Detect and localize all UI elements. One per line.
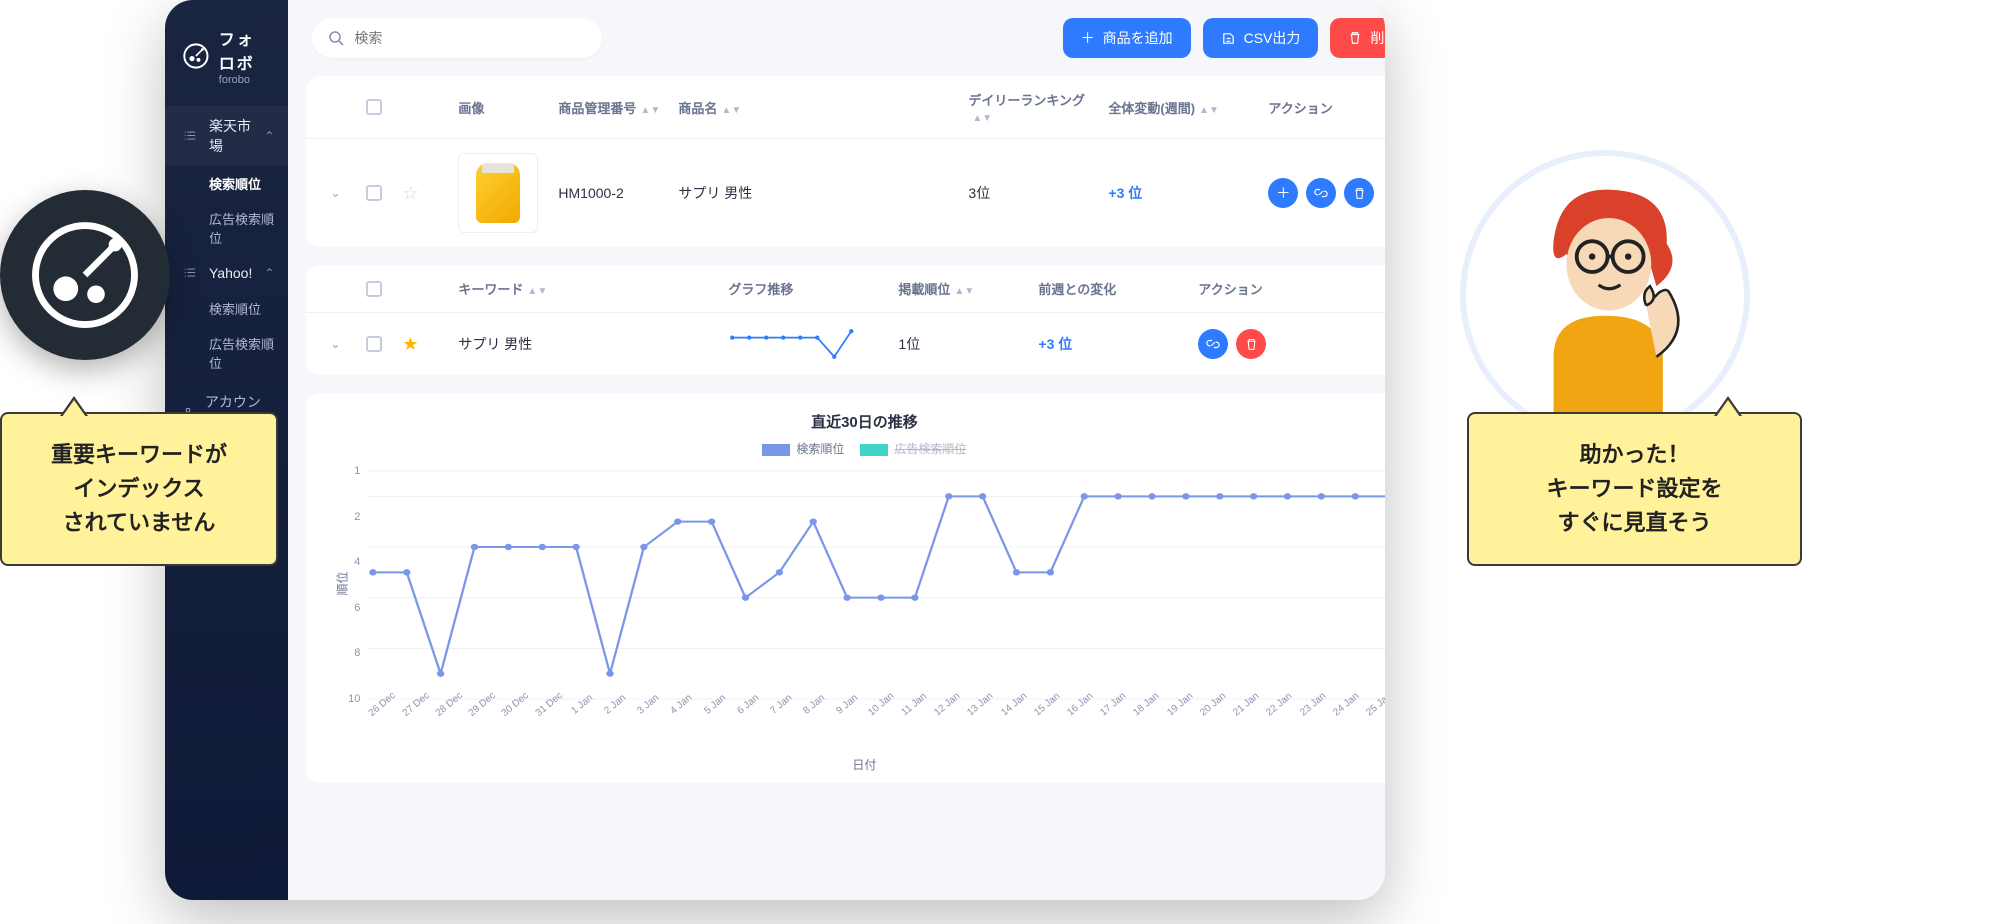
mascot-badge [0, 190, 170, 360]
col-actions: アクション [1198, 279, 1358, 298]
col-daily[interactable]: デイリーランキング▲▼ [968, 90, 1098, 124]
sort-icon: ▲▼ [721, 105, 741, 116]
col-code[interactable]: 商品管理番号▲▼ [558, 98, 668, 117]
col-keyword[interactable]: キーワード▲▼ [458, 279, 718, 298]
mascot-icon [30, 220, 140, 330]
nav-label: Yahoo! [209, 265, 252, 281]
export-icon [1221, 31, 1236, 46]
col-rank[interactable]: 掲載順位▲▼ [898, 279, 1028, 298]
chart-body: 順位 1246810 [332, 465, 1385, 705]
col-change: 前週との変化 [1038, 279, 1188, 298]
speech-bubble-left: 重要キーワードがインデックスされていません [0, 412, 278, 566]
product-image [458, 153, 538, 233]
nav-sub-ad-rank[interactable]: 広告検索順位 [165, 201, 288, 255]
col-actions: アクション [1268, 98, 1385, 117]
sort-icon: ▲▼ [1199, 105, 1219, 116]
weekly-change: +3 位 [1108, 183, 1258, 203]
product-row: ⌄ ☆ HM1000-2 サプリ 男性 3位 +3 位 ＋ [306, 138, 1385, 247]
keywords-panel: キーワード▲▼ グラフ推移 掲載順位▲▼ 前週との変化 アクション ⌄ ★ サプ… [306, 265, 1385, 375]
y-axis-label: 順位 [334, 571, 351, 595]
search-input[interactable] [354, 30, 586, 46]
nav-sub-ad-rank-y[interactable]: 広告検索順位 [165, 326, 288, 380]
select-all-checkbox[interactable] [366, 99, 382, 115]
legend-item[interactable]: 検索順位 [762, 440, 844, 457]
trash-icon [1348, 31, 1362, 45]
row-actions: ＋ [1268, 178, 1385, 208]
delete-action-button[interactable] [1344, 178, 1374, 208]
brand-title: フォロボ [219, 26, 271, 74]
star-icon[interactable]: ☆ [402, 183, 448, 204]
product-name: サプリ 男性 [678, 183, 958, 203]
plus-icon: ＋ [1081, 28, 1095, 48]
sort-icon: ▲▼ [527, 286, 547, 297]
brand: フォロボ forobo [165, 18, 288, 106]
brand-logo-icon [183, 38, 209, 74]
col-graph: グラフ推移 [728, 279, 888, 298]
products-header: 画像 商品管理番号▲▼ 商品名▲▼ デイリーランキング▲▼ 全体変動(週間)▲▼… [306, 76, 1385, 138]
keyword-row: ⌄ ★ サプリ 男性 1位 +3 位 [306, 312, 1385, 375]
product-code: HM1000-2 [558, 185, 668, 201]
row-actions [1198, 329, 1358, 359]
search-icon [328, 30, 344, 46]
nav-section-rakuten[interactable]: 楽天市場 ⌃ [165, 106, 288, 166]
keyword-change: +3 位 [1038, 334, 1188, 354]
keywords-header: キーワード▲▼ グラフ推移 掲載順位▲▼ 前週との変化 アクション [306, 265, 1385, 312]
x-axis-label: 日付 [332, 756, 1385, 773]
col-name[interactable]: 商品名▲▼ [678, 98, 958, 117]
products-panel: 画像 商品管理番号▲▼ 商品名▲▼ デイリーランキング▲▼ 全体変動(週間)▲▼… [306, 76, 1385, 247]
legend-item-disabled[interactable]: 広告検索順位 [860, 440, 966, 457]
brand-subtitle: forobo [219, 74, 271, 86]
expand-row-icon[interactable]: ⌄ [330, 337, 356, 351]
row-checkbox[interactable] [366, 336, 382, 352]
keyword-rank: 1位 [898, 334, 1028, 354]
delete-action-button[interactable] [1236, 329, 1266, 359]
link-action-button[interactable] [1306, 178, 1336, 208]
row-checkbox[interactable] [366, 185, 382, 201]
nav-section-yahoo[interactable]: Yahoo! ⌃ [165, 255, 288, 291]
add-product-button[interactable]: ＋ 商品を追加 [1063, 18, 1191, 58]
app-window: フォロボ forobo 楽天市場 ⌃ 検索順位 広告検索順位 Yahoo! ⌃ … [165, 0, 1385, 900]
link-action-button[interactable] [1198, 329, 1228, 359]
x-axis: 26 Dec27 Dec28 Dec29 Dec30 Dec31 Dec1 Ja… [366, 711, 1385, 722]
sort-icon: ▲▼ [954, 286, 974, 297]
chart-legend: 検索順位 広告検索順位 [332, 440, 1385, 457]
nav-sub-search-rank-y[interactable]: 検索順位 [165, 291, 288, 326]
chevron-up-icon: ⌃ [264, 266, 274, 280]
delete-label: 削除 [1370, 28, 1385, 48]
expand-row-icon[interactable]: ⌄ [330, 186, 356, 200]
chart-panel: 直近30日の推移 検索順位 広告検索順位 順位 1246810 26 Dec27… [306, 393, 1385, 783]
person-illustration [1460, 150, 1750, 440]
chevron-up-icon: ⌃ [264, 129, 274, 143]
chart-title: 直近30日の推移 [332, 411, 1385, 432]
add-action-button[interactable]: ＋ [1268, 178, 1298, 208]
topbar: ＋ 商品を追加 CSV出力 削除 [288, 0, 1385, 76]
sort-icon: ▲▼ [972, 113, 992, 124]
plot-area [366, 465, 1385, 705]
main-content: ＋ 商品を追加 CSV出力 削除 画像 商品管理番号▲▼ 商品名▲▼ デイリーラ… [288, 0, 1385, 900]
list-icon [183, 129, 197, 143]
daily-rank: 3位 [968, 183, 1098, 203]
sort-icon: ▲▼ [640, 105, 660, 116]
speech-bubble-right: 助かった！キーワード設定をすぐに見直そう [1467, 412, 1802, 566]
csv-label: CSV出力 [1244, 28, 1301, 48]
nav-sub-search-rank[interactable]: 検索順位 [165, 166, 288, 201]
csv-export-button[interactable]: CSV出力 [1203, 18, 1319, 58]
col-image: 画像 [458, 98, 548, 117]
select-all-checkbox[interactable] [366, 281, 382, 297]
search-input-wrap[interactable] [312, 18, 602, 58]
star-icon[interactable]: ★ [402, 334, 448, 355]
nav-label: 楽天市場 [209, 116, 252, 156]
delete-button[interactable]: 削除 [1330, 18, 1385, 58]
keyword-text: サプリ 男性 [458, 334, 718, 354]
sparkline [728, 327, 856, 361]
add-product-label: 商品を追加 [1103, 28, 1173, 48]
col-weekly[interactable]: 全体変動(週間)▲▼ [1108, 98, 1258, 117]
list-icon [183, 266, 197, 280]
